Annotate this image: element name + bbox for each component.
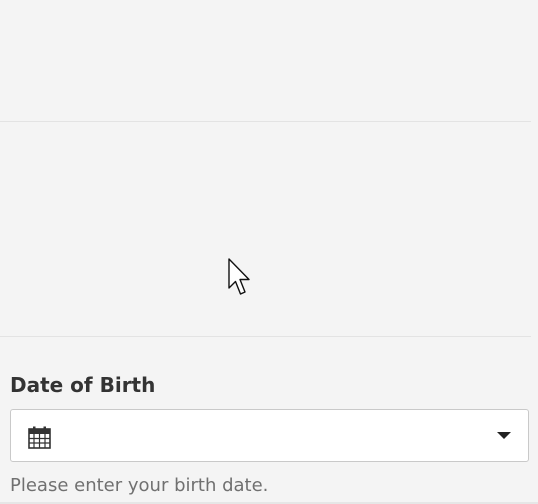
date-of-birth-help-text: Please enter your birth date. xyxy=(10,475,269,496)
mouse-cursor-icon xyxy=(228,258,250,295)
section-divider xyxy=(0,121,531,122)
date-of-birth-input[interactable] xyxy=(10,409,529,462)
caret-down-icon[interactable] xyxy=(497,432,511,439)
date-of-birth-label: Date of Birth xyxy=(10,373,156,397)
section-divider xyxy=(0,336,531,337)
calendar-icon xyxy=(28,426,51,449)
